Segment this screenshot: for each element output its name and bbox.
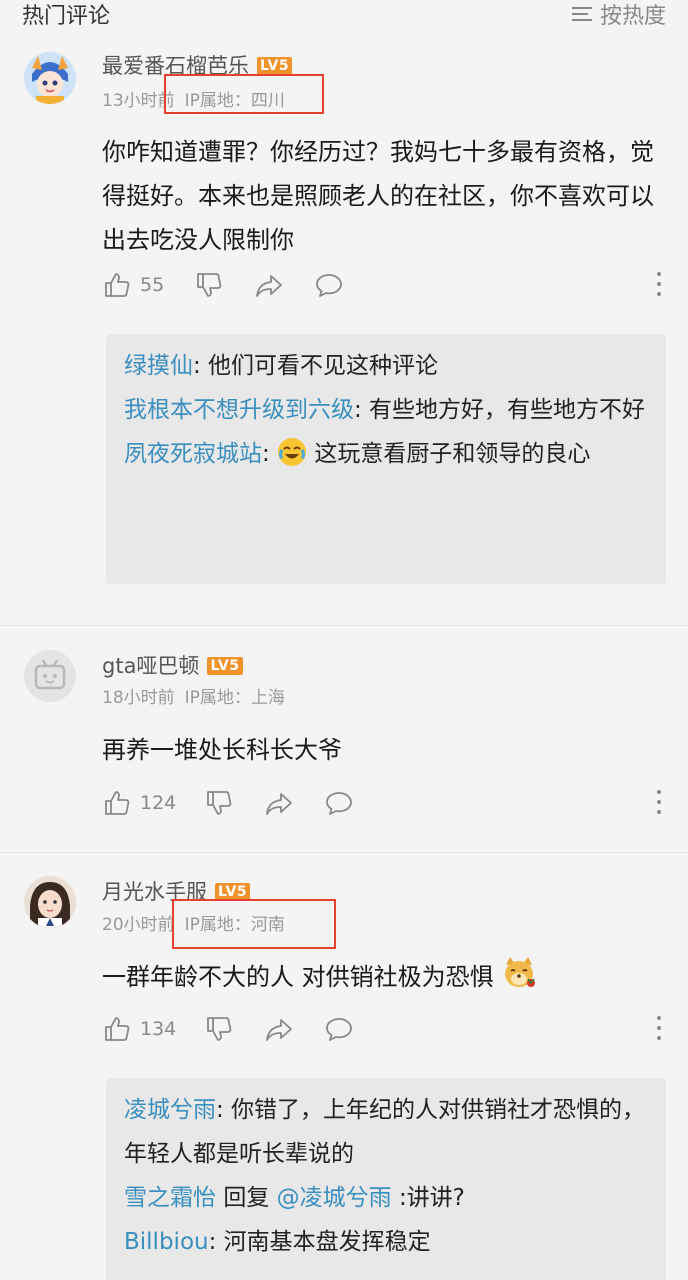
like-count: 134	[140, 1018, 177, 1040]
thumbs-up-icon	[105, 791, 130, 815]
section-title: 热门评论	[22, 4, 111, 29]
more-options-icon[interactable]	[656, 790, 662, 816]
sort-icon	[571, 6, 592, 22]
laughing-crying-emoji-icon	[277, 437, 307, 482]
share-icon	[256, 275, 282, 297]
reply-username[interactable]: Billbiou	[124, 1229, 209, 1255]
like-count: 124	[140, 792, 177, 814]
comment-text: 一群年龄不大的人 对供销社极为恐惧	[102, 955, 662, 1005]
reply-username[interactable]: 夙夜死寂城站	[124, 441, 262, 467]
level-badge: LV5	[257, 57, 293, 75]
dislike-button[interactable]	[204, 786, 234, 820]
thumbs-up-icon	[105, 273, 130, 297]
doge-emoji-icon	[501, 955, 537, 1005]
share-button[interactable]	[264, 786, 294, 820]
reply-item[interactable]: 绿摸仙: 他们可看不见这种评论	[124, 344, 648, 388]
reply-item[interactable]: 凌城兮雨: 你错了，上年纪的人对供销社才恐惧的，年轻人都是听长辈说的	[124, 1088, 648, 1176]
reply-item[interactable]: 夙夜死寂城站: 这玩意看厨子和领导的良心	[124, 432, 648, 482]
comment-actions: 55	[102, 268, 662, 302]
reply-item[interactable]: 雪之霜怡 回复 @凌城兮雨 :讲讲?	[124, 1176, 648, 1220]
reply-word: 回复	[223, 1185, 270, 1211]
reply-button[interactable]	[324, 786, 354, 820]
default-avatar-icon[interactable]	[24, 650, 76, 702]
comment-text-body: 一群年龄不大的人 对供销社极为恐惧	[102, 963, 494, 991]
reply-text: : 有些地方好，有些地方不好	[354, 397, 646, 423]
comment-text: 再养一堆处长科长大爷	[102, 736, 342, 764]
more-options-icon[interactable]	[656, 272, 662, 298]
reply-item[interactable]: Billbiou: 河南基本盘发挥稳定	[124, 1220, 648, 1264]
comment-divider	[0, 852, 688, 853]
comment-divider	[0, 625, 688, 626]
highlight-box	[164, 74, 324, 114]
reply-text: : 河南基本盘发挥稳定	[208, 1229, 431, 1255]
sort-label: 按热度	[599, 4, 666, 29]
thumbs-up-icon	[105, 1017, 130, 1041]
comment-bubble-icon	[316, 274, 342, 297]
level-badge: LV5	[207, 657, 243, 675]
share-button[interactable]	[264, 1012, 294, 1046]
like-button[interactable]: 55	[102, 268, 164, 302]
ip-location: IP属地：上海	[184, 688, 285, 708]
sort-by-popularity-button[interactable]: 按热度	[571, 0, 666, 30]
reply-item[interactable]: 我根本不想升级到六级: 有些地方好，有些地方不好	[124, 388, 648, 432]
comment-bubble-icon	[326, 792, 352, 815]
like-button[interactable]: 134	[102, 1012, 176, 1046]
reply-list: 凌城兮雨: 你错了，上年纪的人对供销社才恐惧的，年轻人都是听长辈说的 雪之霜怡 …	[106, 1078, 666, 1280]
share-icon	[266, 793, 292, 815]
comment-actions: 134	[102, 1012, 662, 1046]
username[interactable]: gta哑巴顿	[102, 654, 199, 678]
like-count: 55	[140, 274, 165, 296]
reply-button[interactable]	[314, 268, 344, 302]
reply-username[interactable]: 凌城兮雨	[124, 1097, 216, 1123]
user-avatar[interactable]	[24, 52, 76, 104]
comment-bubble-icon	[326, 1018, 352, 1041]
like-button[interactable]: 124	[102, 786, 176, 820]
thumbs-down-icon	[207, 1017, 232, 1041]
share-button[interactable]	[254, 268, 284, 302]
reply-username[interactable]: 雪之霜怡	[124, 1185, 216, 1211]
mention-link[interactable]: @凌城兮雨	[277, 1185, 392, 1211]
reply-list: 绿摸仙: 他们可看不见这种评论 我根本不想升级到六级: 有些地方好，有些地方不好…	[106, 334, 666, 584]
reply-text: : 他们可看不见这种评论	[193, 353, 439, 379]
reply-text: :讲讲?	[398, 1185, 465, 1211]
reply-username[interactable]: 我根本不想升级到六级	[124, 397, 354, 423]
reply-text: 这玩意看厨子和领导的良心	[314, 441, 591, 467]
dislike-button[interactable]	[204, 1012, 234, 1046]
comment-text: 你咋知道遭罪？你经历过？我妈七十多最有资格，觉得挺好。本来也是照顾老人的在社区，…	[102, 138, 654, 254]
user-avatar[interactable]	[24, 876, 76, 928]
thumbs-down-icon	[207, 791, 232, 815]
reply-username[interactable]: 绿摸仙	[124, 353, 193, 379]
share-icon	[266, 1019, 292, 1041]
more-options-icon[interactable]	[656, 1016, 662, 1042]
comments-header: 热门评论 按热度	[0, 0, 688, 30]
comment-time: 18小时前	[102, 688, 175, 708]
dislike-button[interactable]	[194, 268, 224, 302]
highlight-box	[172, 899, 336, 949]
reply-button[interactable]	[324, 1012, 354, 1046]
thumbs-down-icon	[197, 273, 222, 297]
comment-time: 20小时前	[102, 915, 175, 935]
comment-actions: 124	[102, 786, 662, 820]
